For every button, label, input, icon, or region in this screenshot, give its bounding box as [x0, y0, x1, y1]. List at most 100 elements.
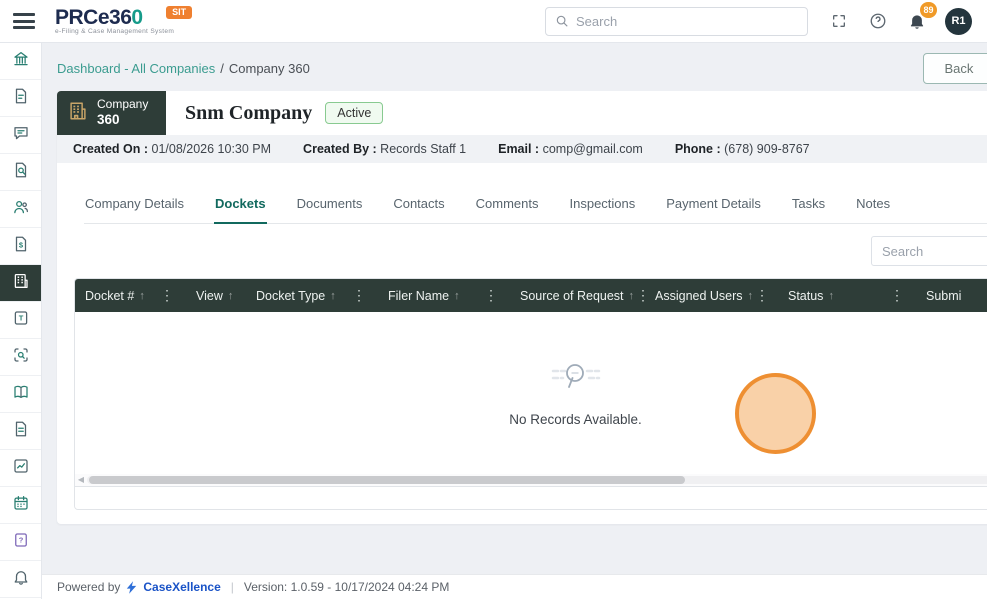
- column-header-submitted[interactable]: Submi: [916, 279, 987, 312]
- scroll-left-icon[interactable]: ◀: [77, 476, 85, 484]
- grid-toolbar: [57, 224, 987, 278]
- status-badge: Active: [325, 102, 384, 124]
- sort-asc-icon[interactable]: ↑: [330, 290, 336, 302]
- help-book-icon: ?: [12, 531, 30, 554]
- column-menu-icon[interactable]: ⋮: [753, 287, 771, 304]
- column-header-status[interactable]: Status ↑ ⋮: [778, 279, 916, 312]
- svg-text:$: $: [18, 240, 23, 249]
- environment-badge: SIT: [166, 5, 193, 19]
- company-tabs: Company Details Dockets Documents Contac…: [84, 196, 987, 224]
- book-icon: [12, 383, 30, 406]
- breadcrumb-separator: /: [220, 60, 224, 76]
- sidebar-item-users[interactable]: [0, 191, 41, 228]
- meta-email: Email : comp@gmail.com: [498, 142, 643, 156]
- global-search-input[interactable]: [576, 13, 798, 29]
- tab-dockets[interactable]: Dockets: [214, 196, 267, 224]
- breadcrumb: Dashboard - All Companies / Company 360 …: [57, 52, 987, 84]
- meta-created-on: Created On : 01/08/2026 10:30 PM: [73, 142, 272, 156]
- chart-icon: [12, 457, 30, 480]
- app-logo: PRCe360 e-Filing & Case Management Syste…: [55, 5, 193, 36]
- notification-bell-icon: [12, 568, 30, 591]
- sidebar-item-global-search[interactable]: [0, 339, 41, 376]
- sidebar-item-companies[interactable]: [0, 265, 41, 302]
- file-task-icon: T: [12, 309, 30, 332]
- column-header-docket-number[interactable]: Docket # ↑ ⋮: [75, 279, 186, 312]
- sidebar-item-reports[interactable]: [0, 413, 41, 450]
- sidebar-item-comments[interactable]: [0, 117, 41, 154]
- column-menu-icon[interactable]: ⋮: [888, 287, 906, 304]
- sidebar-item-help-center[interactable]: ?: [0, 524, 41, 561]
- grid-search-input[interactable]: [871, 236, 987, 266]
- file-search-icon: [12, 161, 30, 184]
- column-header-filer-name[interactable]: Filer Name ↑ ⋮: [378, 279, 510, 312]
- casexellence-brand-link[interactable]: CaseXellence: [143, 580, 220, 594]
- scan-search-icon: [12, 346, 30, 369]
- help-icon[interactable]: [867, 10, 889, 32]
- sidebar-item-ledger[interactable]: [0, 376, 41, 413]
- calendar-icon: [12, 494, 30, 517]
- tab-contacts[interactable]: Contacts: [392, 196, 445, 223]
- column-menu-icon[interactable]: ⋮: [350, 287, 368, 304]
- column-header-source-of-request[interactable]: Source of Request ↑ ⋮: [510, 279, 650, 312]
- column-header-assigned-users[interactable]: Assigned Users ↑ ⋮: [645, 279, 778, 312]
- tab-documents[interactable]: Documents: [296, 196, 364, 223]
- sidebar-item-analytics[interactable]: [0, 450, 41, 487]
- file-document-icon: [12, 87, 30, 110]
- tab-notes[interactable]: Notes: [855, 196, 891, 223]
- breadcrumb-link-dashboard[interactable]: Dashboard - All Companies: [57, 61, 215, 76]
- meta-created-by: Created By : Records Staff 1: [303, 142, 467, 156]
- tab-tasks[interactable]: Tasks: [791, 196, 826, 223]
- users-icon: [12, 198, 30, 221]
- column-menu-icon[interactable]: ⋮: [158, 287, 176, 304]
- column-header-view[interactable]: View ↑: [186, 279, 246, 312]
- sidebar-item-record-search[interactable]: [0, 154, 41, 191]
- sidebar-item-notifications[interactable]: [0, 561, 41, 598]
- sidebar-item-institution[interactable]: [0, 43, 41, 80]
- user-avatar[interactable]: R1: [945, 7, 972, 35]
- casexellence-logo-icon: [127, 580, 137, 594]
- column-menu-icon[interactable]: ⋮: [482, 287, 500, 304]
- institution-icon: [12, 50, 30, 73]
- fullscreen-icon[interactable]: [828, 10, 850, 32]
- sort-asc-icon[interactable]: ↑: [828, 290, 834, 302]
- svg-text:?: ?: [18, 535, 23, 544]
- tab-comments[interactable]: Comments: [475, 196, 540, 223]
- company-header: Company 360 Snm Company Active: [57, 91, 987, 135]
- scrollbar-track[interactable]: [87, 476, 987, 484]
- footer-separator: |: [230, 580, 234, 594]
- top-bar: PRCe360 e-Filing & Case Management Syste…: [0, 0, 987, 43]
- company-meta-strip: Created On : 01/08/2026 10:30 PM Created…: [57, 135, 987, 163]
- tab-inspections[interactable]: Inspections: [569, 196, 637, 223]
- grid-horizontal-scrollbar[interactable]: ◀ ▶: [75, 474, 987, 486]
- file-report-icon: [12, 420, 30, 443]
- grid-header-row: Docket # ↑ ⋮ View ↑ Docket Type ↑ ⋮ Filer Nam…: [75, 279, 987, 312]
- tab-company-details[interactable]: Company Details: [84, 196, 185, 223]
- powered-by-label: Powered by: [57, 580, 121, 594]
- search-icon: [556, 15, 568, 27]
- notification-count-badge: 89: [920, 2, 937, 18]
- chat-icon: [12, 124, 30, 147]
- tab-payment-details[interactable]: Payment Details: [665, 196, 762, 223]
- scrollbar-thumb[interactable]: [89, 476, 685, 484]
- sort-asc-icon[interactable]: ↑: [139, 290, 145, 302]
- notifications-bell-icon[interactable]: 89: [906, 2, 937, 32]
- column-header-docket-type[interactable]: Docket Type ↑ ⋮: [246, 279, 378, 312]
- sidebar-item-payments[interactable]: $: [0, 228, 41, 265]
- app-footer: Powered by CaseXellence | Version: 1.0.5…: [42, 574, 987, 599]
- sort-asc-icon[interactable]: ↑: [228, 290, 234, 302]
- sidebar-item-documents[interactable]: [0, 80, 41, 117]
- no-records-magnifier-icon: [551, 364, 600, 388]
- global-search[interactable]: [545, 6, 808, 36]
- logo-text: PRCe360: [55, 5, 143, 29]
- sidebar-item-tasks[interactable]: T: [0, 302, 41, 339]
- sidebar-item-calendar[interactable]: [0, 487, 41, 524]
- company-building-icon: [12, 272, 30, 295]
- menu-hamburger-icon[interactable]: [13, 13, 35, 29]
- dockets-grid: Docket # ↑ ⋮ View ↑ Docket Type ↑ ⋮ Filer Nam…: [74, 278, 987, 510]
- main-content: Dashboard - All Companies / Company 360 …: [42, 43, 987, 599]
- building-badge-icon: [67, 100, 89, 127]
- back-button[interactable]: Back: [923, 52, 987, 84]
- file-dollar-icon: $: [12, 235, 30, 258]
- sort-asc-icon[interactable]: ↑: [454, 290, 460, 302]
- company-360-badge: Company 360: [57, 91, 166, 135]
